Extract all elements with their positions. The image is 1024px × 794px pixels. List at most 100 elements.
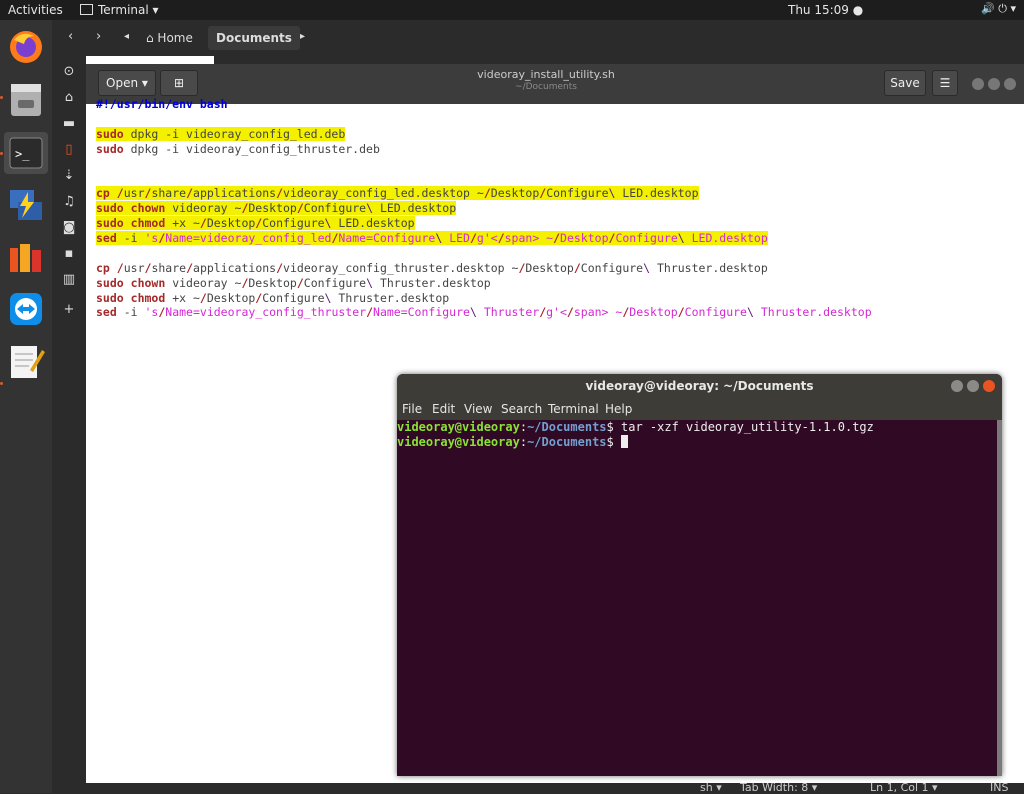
terminal-minimize-button[interactable]	[951, 380, 963, 392]
code-line: sudo dpkg -i videoray_config_led.deb	[96, 126, 872, 142]
code-line: sudo chmod +x ~/Desktop/Configure\ Thrus…	[96, 291, 872, 306]
running-indicator	[0, 382, 3, 385]
editor-status-bar: sh ▾ Tab Width: 8 ▾ Ln 1, Col 1 ▾ INS	[86, 781, 1024, 794]
terminal-command: tar -xzf videoray_utility-1.1.0.tgz	[621, 420, 874, 434]
clock[interactable]: Thu 15:09 ●	[788, 3, 863, 17]
terminal-cursor	[621, 435, 628, 448]
code-editor[interactable]: #!/usr/bin/env bash sudo dpkg -i videora…	[96, 97, 872, 320]
code-line: sudo chmod +x ~/Desktop/Configure\ LED.d…	[96, 216, 872, 231]
code-line-text: sudo chmod +x ~/Desktop/Configure\ Thrus…	[96, 290, 450, 305]
menu-view[interactable]: View	[464, 402, 492, 416]
software-installer-icon[interactable]	[4, 236, 48, 278]
breadcrumb-documents[interactable]: Documents	[208, 26, 300, 50]
forward-icon[interactable]: ›	[96, 29, 101, 44]
code-line-text: sed -i 's/Name=videoray_config_thruster/…	[96, 305, 872, 320]
trash-icon[interactable]: ▥	[61, 272, 77, 288]
code-line: #!/usr/bin/env bash	[96, 97, 872, 112]
new-document-icon: ⊞	[173, 76, 185, 90]
new-tab-button[interactable]: ⊞	[160, 70, 198, 96]
prompt-user: videoray@videoray	[397, 435, 520, 449]
files-header-bar: ‹ › ◂ ⌂ Home Documents ▸	[52, 20, 1024, 56]
activities-button[interactable]: Activities	[8, 3, 63, 17]
code-line: sudo chown videoray ~/Desktop/Configure\…	[96, 276, 872, 291]
code-line-text: sudo dpkg -i videoray_config_led.deb	[96, 126, 346, 141]
hamburger-menu-button[interactable]: ☰	[932, 70, 958, 96]
terminal-app-icon[interactable]: >_	[4, 132, 48, 174]
terminal-line: videoray@videoray:~/Documents$ tar -xzf …	[397, 420, 874, 434]
running-indicator	[0, 152, 3, 155]
menu-file[interactable]: File	[402, 402, 422, 416]
folder-icon[interactable]: ▬	[61, 116, 77, 132]
menu-edit[interactable]: Edit	[432, 402, 455, 416]
code-line-text: sudo dpkg -i videoray_config_thruster.de…	[96, 141, 380, 156]
path-left-icon[interactable]: ◂	[124, 31, 129, 42]
terminal-menubar: File Edit View Search Terminal Help	[397, 398, 1002, 420]
text-editor-icon[interactable]	[4, 340, 48, 382]
terminal-close-button[interactable]	[983, 380, 995, 392]
path-right-icon[interactable]: ▸	[300, 31, 305, 42]
menu-icon: ☰	[939, 76, 951, 90]
prompt-path: ~/Documents	[527, 420, 607, 434]
terminal-line: videoray@videoray:~/Documents$	[397, 435, 997, 450]
code-line-text: sudo chown videoray ~/Desktop/Configure\…	[96, 275, 491, 290]
minimize-button[interactable]	[972, 78, 984, 90]
document-title: videoray_install_utility.sh	[477, 68, 615, 81]
terminal-title: videoray@videoray: ~/Documents	[585, 379, 814, 393]
code-line: sudo chown videoray ~/Desktop/Configure\…	[96, 201, 872, 216]
home-icon[interactable]: ⌂	[61, 90, 77, 106]
code-line-text: sed -i 's/Name=videoray_config_led/Name=…	[96, 231, 768, 246]
code-line: cp /usr/share/applications/videoray_conf…	[96, 261, 872, 276]
menu-search[interactable]: Search	[501, 402, 542, 416]
pictures-icon[interactable]: ◙	[61, 220, 77, 236]
firefox-icon[interactable]	[4, 26, 48, 68]
files-icon[interactable]	[4, 78, 48, 120]
close-button[interactable]	[1004, 78, 1016, 90]
open-button[interactable]: Open ▾	[98, 70, 156, 96]
code-line: cp /usr/share/applications/videoray_conf…	[96, 186, 872, 201]
documents-icon[interactable]: ▯	[61, 142, 77, 158]
menu-help[interactable]: Help	[605, 402, 632, 416]
teamviewer-icon[interactable]	[4, 288, 48, 330]
terminal-maximize-button[interactable]	[967, 380, 979, 392]
code-line-text: sudo chmod +x ~/Desktop/Configure\ LED.d…	[96, 216, 415, 231]
terminal-scrollbar[interactable]	[997, 420, 1002, 776]
cursor-position[interactable]: Ln 1, Col 1 ▾	[870, 781, 938, 794]
remote-desktop-icon[interactable]	[4, 184, 48, 226]
downloads-icon[interactable]: ⇣	[61, 168, 77, 184]
dock: >_	[0, 20, 52, 793]
code-line-text: #!/usr/bin/env bash	[96, 97, 228, 111]
music-icon[interactable]: ♫	[61, 194, 77, 210]
code-line: sed -i 's/Name=videoray_config_thruster/…	[96, 305, 872, 320]
prompt-user: videoray@videoray	[397, 420, 520, 434]
videos-icon[interactable]: ▪	[61, 246, 77, 262]
system-menu-icons[interactable]: 🔊 ⏻ ▾	[981, 2, 1016, 16]
other-locations-icon[interactable]: +	[61, 302, 77, 318]
language-selector[interactable]: sh ▾	[700, 781, 722, 794]
save-button[interactable]: Save	[884, 70, 926, 96]
svg-text:>_: >_	[15, 147, 30, 161]
back-icon[interactable]: ‹	[68, 29, 73, 44]
running-indicator	[0, 96, 3, 99]
code-line	[96, 157, 872, 172]
code-line	[96, 171, 872, 186]
terminal-window: videoray@videoray: ~/Documents File Edit…	[397, 374, 1002, 776]
code-line	[96, 112, 872, 127]
document-path: ~/Documents	[515, 82, 577, 92]
tab-width-selector[interactable]: Tab Width: 8 ▾	[740, 781, 817, 794]
recent-icon[interactable]: ⊙	[61, 64, 77, 80]
terminal-output[interactable]: videoray@videoray:~/Documents$ tar -xzf …	[397, 420, 997, 776]
maximize-button[interactable]	[988, 78, 1000, 90]
code-line	[96, 246, 872, 261]
top-bar: Activities Terminal ▾ Thu 15:09 ● 🔊 ⏻ ▾	[0, 0, 1024, 20]
code-line-text: cp /usr/share/applications/videoray_conf…	[96, 186, 699, 201]
terminal-title-bar[interactable]: videoray@videoray: ~/Documents	[397, 374, 1002, 398]
breadcrumb-home[interactable]: ⌂ Home	[138, 26, 201, 50]
code-line: sudo dpkg -i videoray_config_thruster.de…	[96, 142, 872, 157]
files-sidebar: ⊙ ⌂ ▬ ▯ ⇣ ♫ ◙ ▪ ▥ +	[52, 56, 86, 793]
menu-terminal[interactable]: Terminal	[548, 402, 599, 416]
app-menu[interactable]: Terminal ▾	[80, 3, 159, 17]
